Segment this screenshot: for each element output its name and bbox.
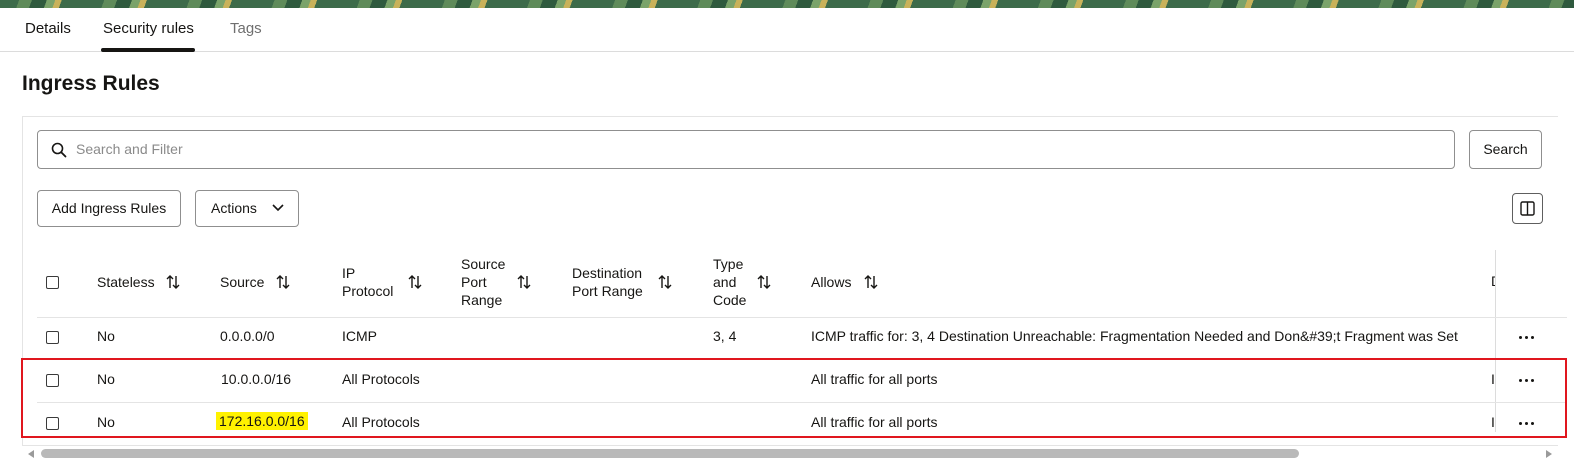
cell-source: 0.0.0.0/0 xyxy=(220,328,275,344)
page-title: Ingress Rules xyxy=(22,72,160,95)
chevron-down-icon xyxy=(272,204,284,212)
sort-icon[interactable] xyxy=(658,274,672,290)
tab-details[interactable]: Details xyxy=(25,20,71,37)
select-all-checkbox[interactable] xyxy=(46,276,59,289)
sort-icon[interactable] xyxy=(864,274,878,290)
cell-stateless: No xyxy=(97,328,115,344)
add-ingress-rules-button[interactable]: Add Ingress Rules xyxy=(37,190,181,227)
header-divider xyxy=(37,317,1567,318)
tab-security-rules[interactable]: Security rules xyxy=(103,20,194,37)
sort-icon[interactable] xyxy=(408,274,422,290)
header-destination-port-range[interactable]: Destination Port Range xyxy=(572,264,643,300)
actions-menu-button[interactable]: Actions xyxy=(195,190,299,227)
header-type-and-code[interactable]: Type and Code xyxy=(713,255,746,309)
cell-type-code: 3, 4 xyxy=(713,328,737,344)
header-ip-protocol[interactable]: IP Protocol xyxy=(342,264,393,300)
sort-icon[interactable] xyxy=(276,274,290,290)
header-stateless[interactable]: Stateless xyxy=(97,273,155,291)
row-checkbox[interactable] xyxy=(46,331,59,344)
cell-protocol: ICMP xyxy=(342,328,377,344)
sort-icon[interactable] xyxy=(166,274,180,290)
tab-tags[interactable]: Tags xyxy=(230,20,262,37)
annotation-highlight-box xyxy=(21,358,1567,438)
sort-icon[interactable] xyxy=(517,274,531,290)
search-placeholder: Search and Filter xyxy=(76,141,183,157)
horizontal-scrollbar[interactable] xyxy=(22,447,1558,461)
search-input[interactable]: Search and Filter xyxy=(37,130,1455,169)
scroll-thumb[interactable] xyxy=(41,449,1299,458)
header-source[interactable]: Source xyxy=(220,273,264,291)
column-settings-button[interactable] xyxy=(1512,193,1543,224)
scroll-right-arrow-icon[interactable] xyxy=(1546,450,1552,458)
header-truncated: D xyxy=(1491,273,1495,289)
header-allows[interactable]: Allows xyxy=(811,273,851,291)
active-tab-indicator xyxy=(101,48,195,52)
header-banner xyxy=(0,0,1574,8)
cell-allows: ICMP traffic for: 3, 4 Destination Unrea… xyxy=(811,328,1458,344)
row-actions-menu[interactable] xyxy=(1518,335,1536,341)
sort-icon[interactable] xyxy=(757,274,771,290)
search-icon xyxy=(51,142,67,158)
actions-label: Actions xyxy=(211,200,257,216)
search-button[interactable]: Search xyxy=(1469,130,1542,169)
scroll-left-arrow-icon[interactable] xyxy=(28,450,34,458)
header-source-port-range[interactable]: Source Port Range xyxy=(461,255,505,309)
columns-icon xyxy=(1520,201,1535,216)
tab-bar: Details Security rules Tags xyxy=(0,8,1574,52)
